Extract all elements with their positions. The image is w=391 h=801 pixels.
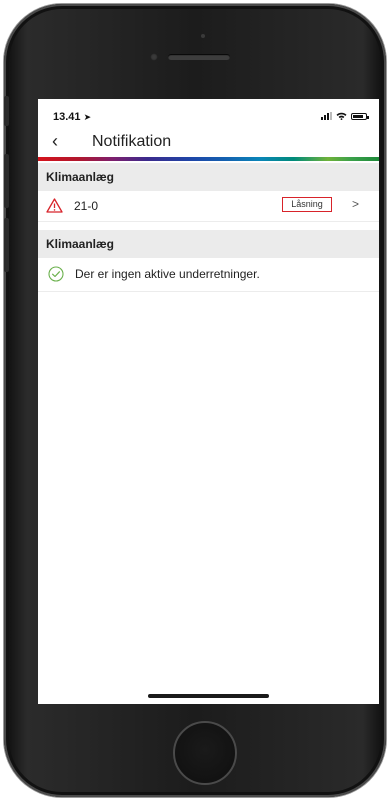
section-header-label: Klimaanlæg <box>46 170 115 184</box>
status-time: 13.41 ➤ <box>53 111 91 123</box>
phone-frame: 13.41 ➤ ‹ Notifikation Klimaanlæg 21-0 L… <box>4 4 386 797</box>
front-camera <box>150 53 158 61</box>
app-screen: 13.41 ➤ ‹ Notifikation Klimaanlæg 21-0 L… <box>38 99 379 704</box>
battery-icon <box>351 112 369 120</box>
chevron-right-icon[interactable]: > <box>352 197 359 211</box>
section-header-climate-2: Klimaanlæg <box>38 230 379 258</box>
brand-color-stripe <box>38 157 379 161</box>
notification-row[interactable]: 21-0 Låsning > <box>38 191 379 222</box>
no-notifications-row: Der er ingen aktive underretninger. <box>38 258 379 292</box>
proximity-sensor <box>201 34 205 38</box>
volume-up-button <box>4 154 9 208</box>
check-circle-icon <box>48 266 64 282</box>
navigation-bar: ‹ Notifikation <box>38 129 379 159</box>
location-arrow-icon: ➤ <box>83 112 92 122</box>
empty-state-message: Der er ingen aktive underretninger. <box>75 267 260 281</box>
section-header-climate-1: Klimaanlæg <box>38 163 379 191</box>
time-text: 13.41 <box>53 111 81 123</box>
volume-down-button <box>4 218 9 272</box>
home-button[interactable] <box>173 721 237 785</box>
cellular-signal-icon <box>321 112 332 120</box>
status-bar: 13.41 ➤ <box>38 99 379 129</box>
earpiece-speaker <box>168 54 230 60</box>
mute-switch <box>4 96 9 126</box>
status-badge: Låsning <box>282 197 332 212</box>
home-indicator[interactable] <box>148 694 269 698</box>
back-button[interactable]: ‹ <box>52 131 58 152</box>
wifi-icon <box>336 112 347 120</box>
notification-code: 21-0 <box>74 199 99 213</box>
page-title: Notifikation <box>92 133 172 150</box>
warning-triangle-icon <box>46 198 63 213</box>
section-header-label: Klimaanlæg <box>46 237 115 251</box>
status-icons <box>321 112 369 120</box>
